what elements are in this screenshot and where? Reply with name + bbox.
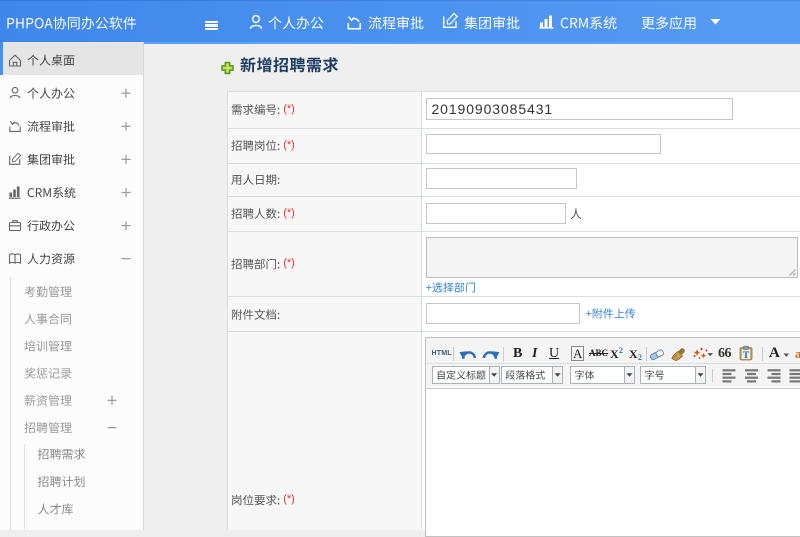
- svg-text:T: T: [743, 351, 750, 361]
